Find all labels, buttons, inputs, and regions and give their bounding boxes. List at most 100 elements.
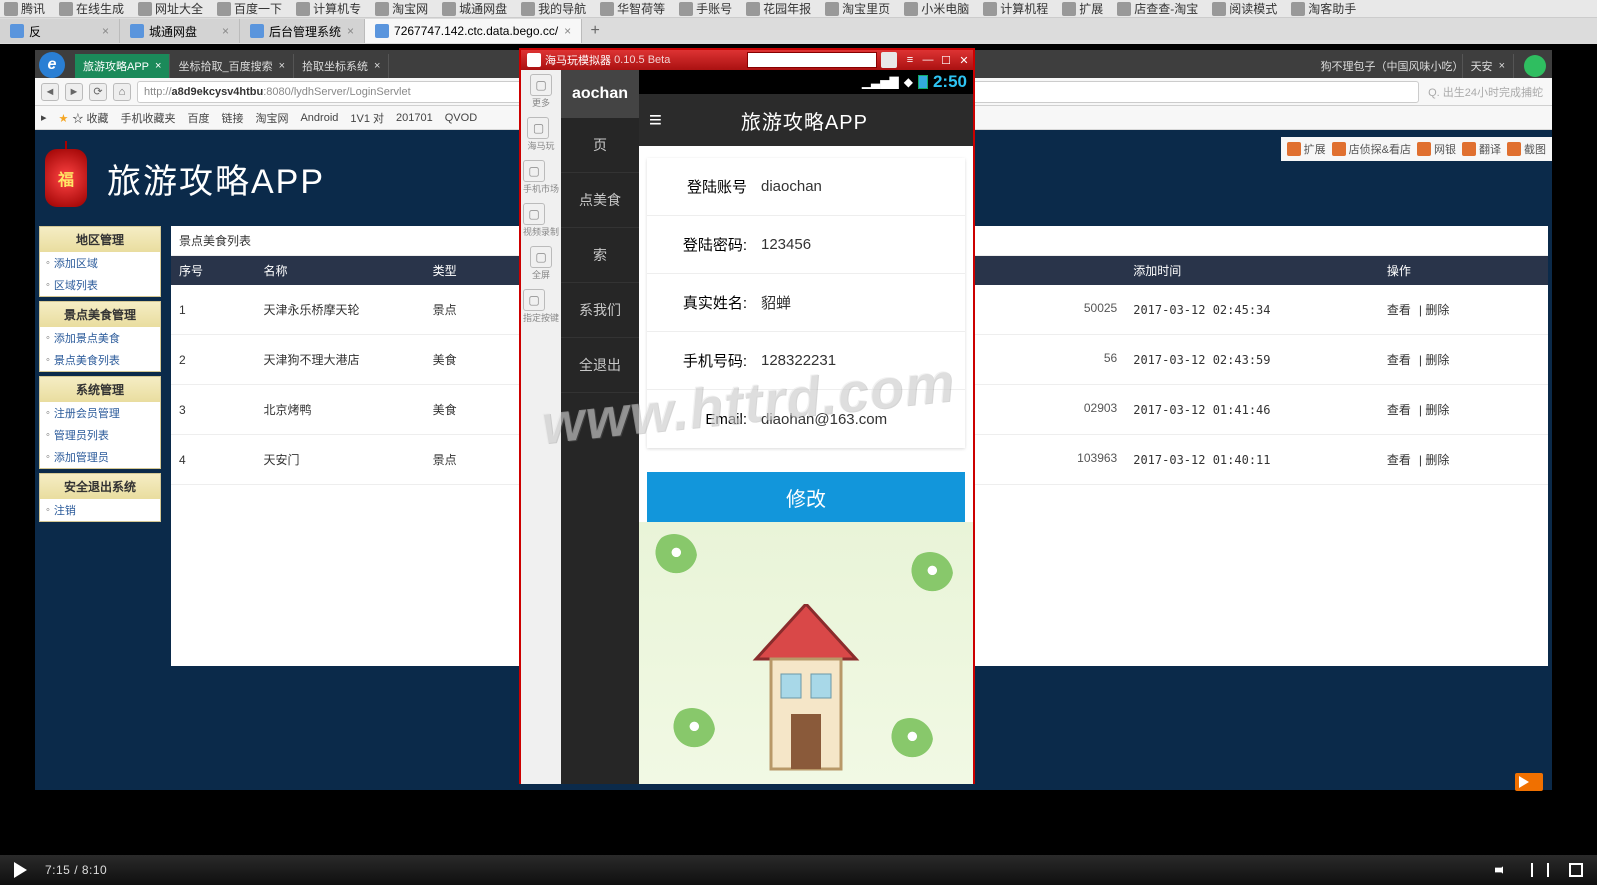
tab-close-icon[interactable]: × bbox=[341, 24, 354, 38]
view-link[interactable]: 查看 bbox=[1387, 453, 1411, 467]
new-tab-button[interactable]: + bbox=[582, 22, 608, 40]
bookmark-link[interactable]: 计算机专 bbox=[296, 0, 361, 17]
bookmark-link[interactable]: 网址大全 bbox=[138, 0, 203, 17]
fav-link[interactable]: Android bbox=[300, 112, 338, 124]
inner-tab[interactable]: 拾取坐标系统× bbox=[294, 54, 389, 78]
bookmark-link[interactable]: 小米电脑 bbox=[904, 0, 969, 17]
bookmark-link[interactable]: 阅读模式 bbox=[1212, 0, 1277, 17]
bookmark-link[interactable]: 计算机程 bbox=[983, 0, 1048, 17]
emu-tool[interactable]: ▢海马玩 bbox=[527, 117, 554, 152]
sidebar-item[interactable]: ◦添加管理员 bbox=[40, 446, 160, 468]
play-button[interactable] bbox=[14, 862, 27, 878]
drawer-item[interactable]: 系我们 bbox=[561, 283, 639, 338]
sidebar-item[interactable]: ◦添加景点美食 bbox=[40, 327, 160, 349]
bookmark-link[interactable]: 淘宝里页 bbox=[825, 0, 890, 17]
fav-link[interactable]: QVOD bbox=[445, 112, 477, 124]
bookmark-link[interactable]: 百度一下 bbox=[217, 0, 282, 17]
form-row[interactable]: 登陆账号diaochan bbox=[647, 158, 965, 216]
inner-tab[interactable]: 坐标拾取_百度搜索× bbox=[170, 54, 294, 78]
drawer-item[interactable]: 页 bbox=[561, 118, 639, 173]
drawer-item[interactable]: 索 bbox=[561, 228, 639, 283]
fav-link[interactable]: 链接 bbox=[221, 110, 243, 126]
delete-link[interactable]: 删除 bbox=[1422, 403, 1449, 417]
sidebar-item[interactable]: ◦注册会员管理 bbox=[40, 402, 160, 424]
sidebar-item[interactable]: ◦添加区域 bbox=[40, 252, 160, 274]
drawer-item[interactable]: 点美食 bbox=[561, 173, 639, 228]
extension-item[interactable]: 扩展 bbox=[1287, 141, 1326, 157]
extension-item[interactable]: 店侦探&看店 bbox=[1332, 141, 1411, 157]
browser-tab[interactable]: 后台管理系统× bbox=[240, 19, 365, 43]
bookmark-link[interactable]: 华智荷等 bbox=[600, 0, 665, 17]
bookmark-link[interactable]: 我的导航 bbox=[521, 0, 586, 17]
extension-item[interactable]: 翻译 bbox=[1462, 141, 1501, 157]
bookmark-link[interactable]: 花园年报 bbox=[746, 0, 811, 17]
emulator-search-input[interactable] bbox=[747, 52, 877, 68]
view-link[interactable]: 查看 bbox=[1387, 353, 1411, 367]
inner-tab-close-icon[interactable]: × bbox=[279, 60, 285, 72]
sidebar-item[interactable]: ◦注销 bbox=[40, 499, 160, 521]
sidebar-item[interactable]: ◦管理员列表 bbox=[40, 424, 160, 446]
bookmark-link[interactable]: 扩展 bbox=[1062, 0, 1103, 17]
fav-link[interactable]: 手机收藏夹 bbox=[120, 110, 175, 126]
emu-tool[interactable]: ▢指定按键 bbox=[523, 289, 559, 324]
nav-back-button[interactable]: ◄ bbox=[41, 83, 59, 101]
delete-link[interactable]: 删除 bbox=[1422, 303, 1449, 317]
form-row[interactable]: 真实姓名:貂蝉 bbox=[647, 274, 965, 332]
wide-button[interactable] bbox=[1531, 863, 1549, 877]
bookmark-link[interactable]: 城通网盘 bbox=[442, 0, 507, 17]
inner-tab[interactable]: 旅游攻略APP× bbox=[75, 54, 170, 78]
browser-tab[interactable]: 反× bbox=[0, 19, 120, 43]
inner-tab-close-icon[interactable]: × bbox=[374, 60, 380, 72]
sidebar-item[interactable]: ◦景点美食列表 bbox=[40, 349, 160, 371]
nav-reload-button[interactable]: ⟳ bbox=[89, 83, 107, 101]
emulator-min-button[interactable]: — bbox=[919, 52, 937, 68]
bookmark-link[interactable]: 店查查-淘宝 bbox=[1117, 0, 1198, 17]
bookmark-link[interactable]: 手账号 bbox=[679, 0, 732, 17]
tab-close-icon[interactable]: × bbox=[558, 24, 571, 38]
nav-home-button[interactable]: ⌂ bbox=[113, 83, 131, 101]
tab-close-icon[interactable]: × bbox=[216, 24, 229, 38]
inner-tab-close-icon[interactable]: × bbox=[1499, 60, 1505, 72]
emulator-max-button[interactable]: ☐ bbox=[937, 52, 955, 68]
emu-tool[interactable]: ▢视频录制 bbox=[523, 203, 559, 238]
nav-fwd-button[interactable]: ► bbox=[65, 83, 83, 101]
view-link[interactable]: 查看 bbox=[1387, 403, 1411, 417]
fullscreen-button[interactable] bbox=[1569, 863, 1583, 877]
inner-tab[interactable]: 天安× bbox=[1463, 54, 1514, 78]
emu-tool[interactable]: ▢全屏 bbox=[530, 246, 552, 281]
fav-link[interactable]: 1V1 对 bbox=[350, 110, 384, 126]
bookmark-link[interactable]: 淘客助手 bbox=[1291, 0, 1356, 17]
view-link[interactable]: 查看 bbox=[1387, 303, 1411, 317]
form-row[interactable]: Email:diaohan@163.com bbox=[647, 390, 965, 448]
emu-tool[interactable]: ▢更多 bbox=[530, 74, 552, 109]
bookmark-link[interactable]: 淘宝网 bbox=[375, 0, 428, 17]
fav-link[interactable]: 淘宝网 bbox=[255, 110, 288, 126]
browser-tab[interactable]: 城通网盘× bbox=[120, 19, 240, 43]
fav-link[interactable]: ★☆ 收藏 bbox=[59, 110, 109, 126]
hamburger-icon[interactable]: ≡ bbox=[649, 107, 662, 133]
volume-button[interactable] bbox=[1495, 862, 1511, 878]
bookmark-link[interactable]: 在线生成 bbox=[59, 0, 124, 17]
fav-link[interactable]: 百度 bbox=[187, 110, 209, 126]
emu-tool[interactable]: ▢手机市场 bbox=[523, 160, 559, 195]
sidebar-item[interactable]: ◦区域列表 bbox=[40, 274, 160, 296]
extension-item[interactable]: 网银 bbox=[1417, 141, 1456, 157]
emulator-search-button[interactable] bbox=[881, 52, 897, 68]
form-row[interactable]: 手机号码:128322231 bbox=[647, 332, 965, 390]
drawer-item[interactable]: 全退出 bbox=[561, 338, 639, 393]
nav-menu-icon[interactable]: ▸ bbox=[41, 111, 47, 124]
modify-button[interactable]: 修改 bbox=[647, 472, 965, 522]
delete-link[interactable]: 删除 bbox=[1422, 353, 1449, 367]
inner-tab-close-icon[interactable]: × bbox=[155, 60, 161, 72]
bookmark-link[interactable]: 腾讯 bbox=[4, 0, 45, 17]
emulator-more-button[interactable]: ≡ bbox=[901, 52, 919, 68]
browser-tab[interactable]: 7267747.142.ctc.data.bego.cc/× bbox=[365, 19, 582, 43]
inner-tab[interactable]: 狗不理包子（中国风味小吃）× bbox=[1313, 54, 1463, 78]
tab-close-icon[interactable]: × bbox=[96, 24, 109, 38]
emulator-titlebar[interactable]: 海马玩模拟器 0.10.5 Beta ≡ — ☐ ✕ bbox=[521, 50, 973, 70]
fav-link[interactable]: 201701 bbox=[396, 112, 433, 124]
emulator-close-button[interactable]: ✕ bbox=[955, 52, 973, 68]
delete-link[interactable]: 删除 bbox=[1422, 453, 1449, 467]
extension-item[interactable]: 截图 bbox=[1507, 141, 1546, 157]
form-row[interactable]: 登陆密码:123456 bbox=[647, 216, 965, 274]
